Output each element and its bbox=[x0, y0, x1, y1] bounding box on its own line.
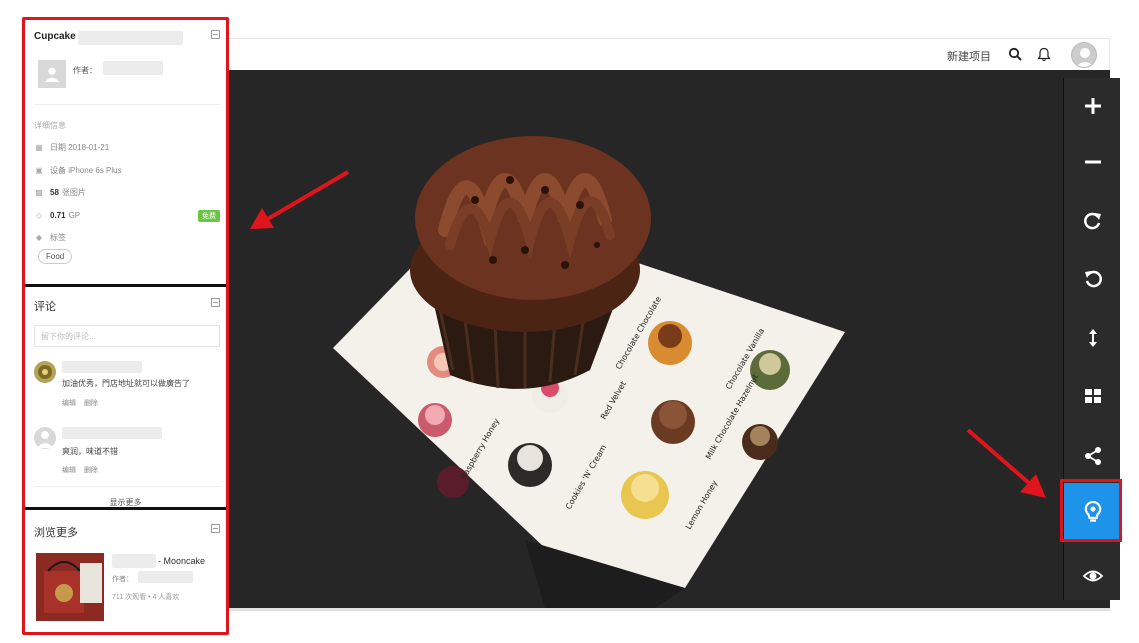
gp-value: 0.71 bbox=[50, 210, 66, 220]
rotate-left-button[interactable] bbox=[1064, 251, 1121, 307]
item-title-blur[interactable] bbox=[112, 554, 156, 568]
view-button[interactable] bbox=[1064, 548, 1121, 604]
browse-item-title[interactable]: - Mooncake bbox=[158, 556, 205, 566]
mooncake-thumbnail[interactable] bbox=[36, 553, 104, 621]
info-separator bbox=[34, 104, 220, 105]
gp-row: ◇ 0.71 GP bbox=[34, 210, 80, 220]
browse-more-card: 浏览更多 - Mooncake 作者： 711 次观看 • 4 人喜欢 bbox=[28, 514, 223, 632]
eye-icon bbox=[1082, 570, 1103, 582]
rotate-right-button[interactable] bbox=[1064, 193, 1121, 249]
top-header: 新建项目 bbox=[225, 38, 1110, 70]
comment-text: 爽润，味道不错 bbox=[62, 447, 118, 456]
comments-card: 评论 留下你的评论... 加油优秀，門店地址就可以做廣告了 编辑 删除 爽润，味… bbox=[28, 288, 223, 507]
app-root: 新建项目 Chocolate Chocolate Red Velvet Choc… bbox=[0, 0, 1139, 643]
delete-comment-button[interactable]: 删除 bbox=[84, 400, 98, 407]
date-value: 日期 2018-01-21 bbox=[50, 143, 110, 152]
highlight-lighting-button bbox=[1060, 479, 1122, 542]
zoom-out-icon bbox=[1084, 160, 1101, 164]
model-info-card: Cupcake 作者： 详细信息 ▦ 日期 2018-01-21 ▣ 设备 iP… bbox=[28, 20, 223, 284]
cupcake-model-render[interactable]: Rainbow Chocolate Chocolate Red Velvet C… bbox=[225, 70, 1110, 608]
bell-icon[interactable] bbox=[1037, 47, 1051, 62]
collapse-info-icon[interactable] bbox=[211, 30, 220, 39]
browse-item-author-blur[interactable] bbox=[138, 571, 193, 583]
comments-separator bbox=[34, 486, 220, 487]
camera-icon: ▣ bbox=[35, 166, 43, 175]
collapse-browse-icon[interactable] bbox=[211, 524, 220, 533]
date-row: ▦ 日期 2018-01-21 bbox=[34, 142, 109, 153]
commenter-avatar[interactable] bbox=[34, 361, 56, 383]
commenter-name-blur[interactable] bbox=[62, 427, 162, 439]
grid-view-button[interactable] bbox=[1064, 368, 1121, 424]
section-divider bbox=[25, 284, 226, 287]
calendar-icon: ▦ bbox=[35, 143, 43, 152]
images-label: 张图片 bbox=[61, 188, 86, 197]
viewer-shadow bbox=[225, 608, 1110, 611]
commenter-name-blur[interactable] bbox=[62, 361, 142, 373]
image-icon: ▩ bbox=[35, 188, 43, 197]
images-row: ▩ 58 张图片 bbox=[34, 187, 86, 198]
diamond-icon: ◇ bbox=[35, 210, 43, 220]
vertical-arrows-icon bbox=[1088, 329, 1097, 347]
vertical-move-button[interactable] bbox=[1064, 310, 1121, 366]
images-count: 58 bbox=[50, 188, 59, 197]
delete-comment-button[interactable]: 删除 bbox=[84, 467, 98, 474]
tags-row: ◆ 标签 bbox=[34, 232, 66, 243]
comment-actions: 编辑 删除 bbox=[62, 465, 104, 475]
tags-label: 标签 bbox=[50, 233, 66, 242]
search-icon[interactable] bbox=[1008, 47, 1022, 61]
commenter-avatar[interactable] bbox=[34, 427, 56, 449]
browse-more-title: 浏览更多 bbox=[34, 527, 78, 539]
device-row: ▣ 设备 iPhone 6s Plus bbox=[34, 165, 122, 176]
author-label: 作者： bbox=[73, 66, 97, 75]
zoom-out-button[interactable] bbox=[1064, 134, 1121, 190]
share-button[interactable] bbox=[1064, 428, 1121, 484]
new-project-link[interactable]: 新建项目 bbox=[947, 48, 991, 64]
browse-item-stats: 711 次观看 • 4 人喜欢 bbox=[112, 594, 180, 601]
tag-icon: ◆ bbox=[35, 233, 43, 242]
tag-food[interactable]: Food bbox=[38, 249, 73, 264]
free-badge: 免费 bbox=[198, 210, 220, 222]
title-blur bbox=[78, 31, 183, 45]
rotate-ccw-icon bbox=[1084, 270, 1102, 288]
model-viewer[interactable]: Rainbow Chocolate Chocolate Red Velvet C… bbox=[225, 70, 1110, 608]
details-heading: 详细信息 bbox=[34, 121, 66, 130]
share-icon bbox=[1084, 447, 1101, 465]
user-avatar[interactable] bbox=[1071, 42, 1097, 68]
section-divider bbox=[25, 507, 226, 510]
zoom-in-button[interactable] bbox=[1064, 78, 1121, 134]
comments-title: 评论 bbox=[34, 301, 56, 313]
grid-icon bbox=[1084, 389, 1101, 403]
comment-actions: 编辑 删除 bbox=[62, 398, 104, 408]
comment-input[interactable]: 留下你的评论... bbox=[34, 325, 220, 347]
author-name-blur[interactable] bbox=[103, 61, 163, 75]
rotate-cw-icon bbox=[1083, 212, 1101, 230]
device-value: 设备 iPhone 6s Plus bbox=[50, 166, 122, 175]
zoom-in-icon bbox=[1084, 98, 1101, 114]
collapse-comments-icon[interactable] bbox=[211, 298, 220, 307]
edit-comment-button[interactable]: 编辑 bbox=[62, 467, 76, 474]
left-info-panel: Cupcake 作者： 详细信息 ▦ 日期 2018-01-21 ▣ 设备 iP… bbox=[22, 17, 229, 635]
gp-label: GP bbox=[68, 210, 81, 220]
model-title: Cupcake bbox=[34, 31, 76, 42]
author-avatar[interactable] bbox=[38, 60, 66, 88]
edit-comment-button[interactable]: 编辑 bbox=[62, 400, 76, 407]
browse-item-author-label: 作者： bbox=[112, 576, 133, 583]
comment-text: 加油优秀，門店地址就可以做廣告了 bbox=[62, 379, 190, 388]
